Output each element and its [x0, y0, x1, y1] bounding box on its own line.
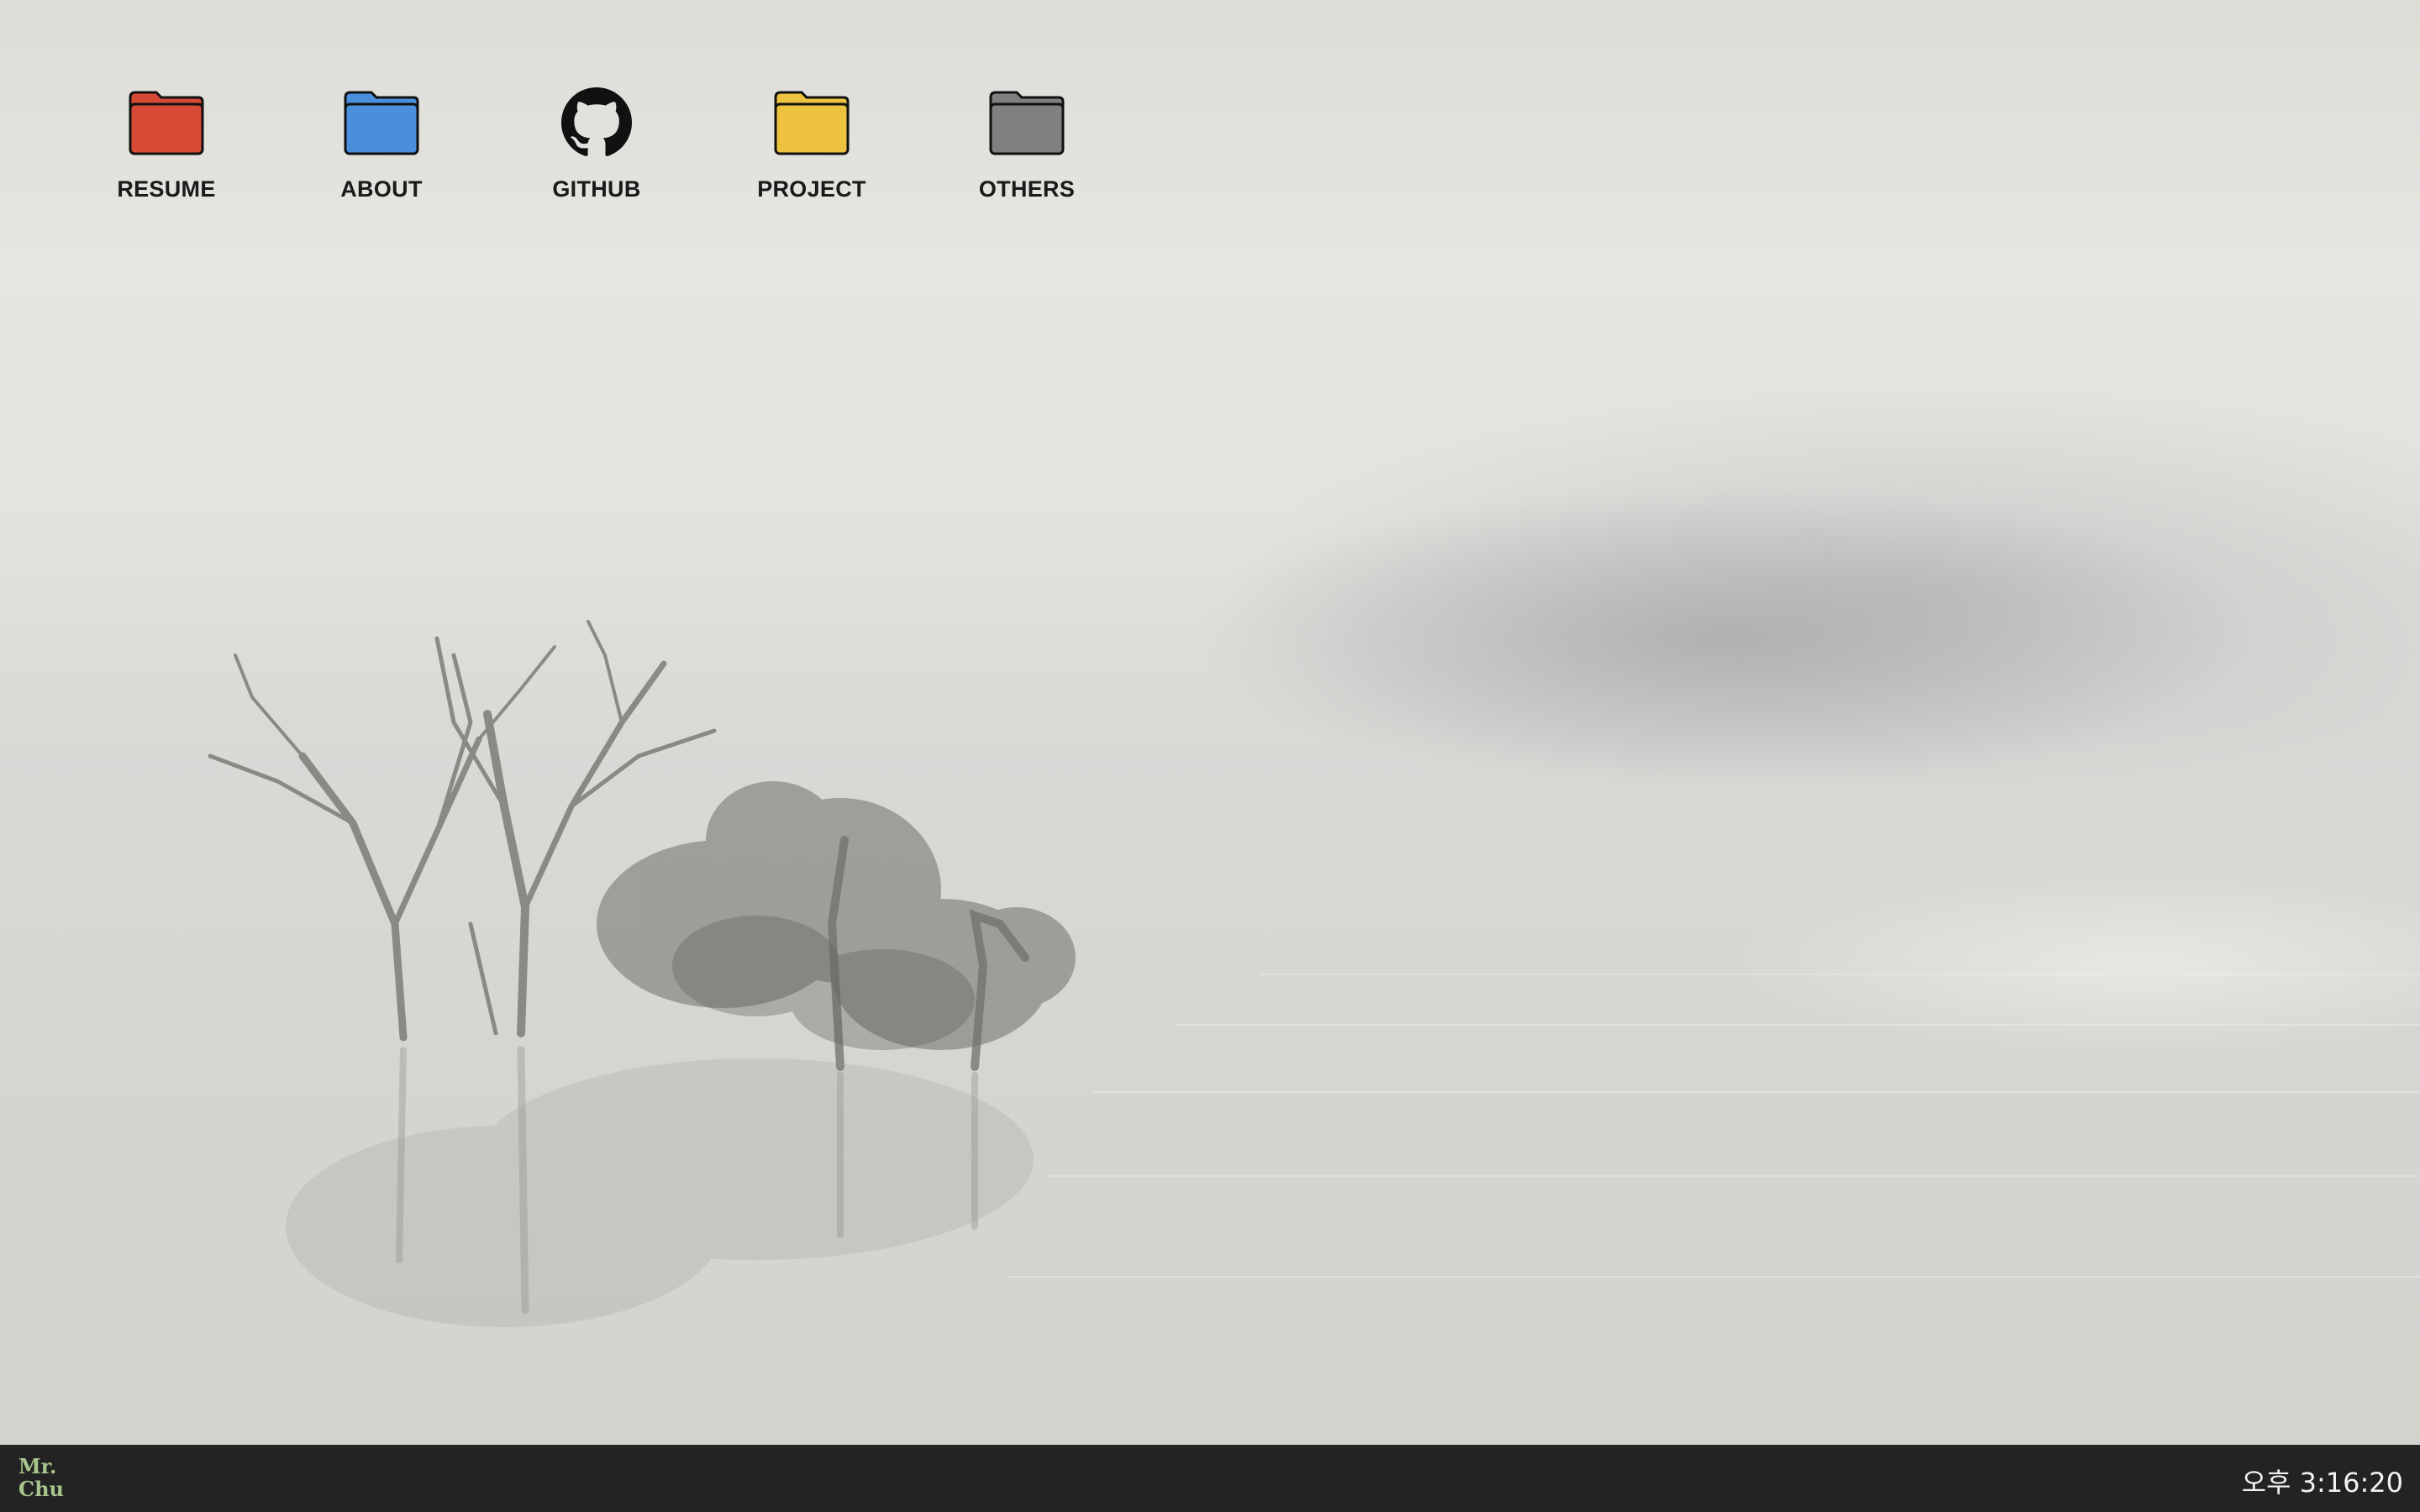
- desktop-icon-label: OTHERS: [978, 176, 1076, 202]
- desktop-icon-project[interactable]: PROJECT: [704, 81, 919, 202]
- folder-icon[interactable]: [124, 81, 208, 165]
- desktop-icon-label: PROJECT: [757, 176, 866, 202]
- desktop-icon-label: RESUME: [117, 176, 216, 202]
- taskbar: Mr. Chu 오후 3:16:20: [0, 1445, 2420, 1512]
- desktop-icon-label: ABOUT: [340, 176, 423, 202]
- mr-chu-logo[interactable]: Mr. Chu: [18, 1455, 64, 1500]
- folder-icon[interactable]: [985, 81, 1069, 165]
- github-icon[interactable]: [555, 81, 639, 165]
- logo-line-2: Chu: [18, 1477, 64, 1501]
- misty-lake-wallpaper: [0, 620, 2420, 1445]
- folder-icon[interactable]: [770, 81, 854, 165]
- logo-line-1: Mr.: [18, 1454, 57, 1478]
- desktop-icon-github[interactable]: GITHUB: [489, 81, 704, 202]
- desktop-icon-about[interactable]: ABOUT: [274, 81, 489, 202]
- desktop-icons: RESUME ABOUT GITHUB PROJECT OTHERS: [59, 81, 1134, 202]
- folder-icon[interactable]: [339, 81, 424, 165]
- desktop-icon-others[interactable]: OTHERS: [919, 81, 1134, 202]
- desktop-icon-resume[interactable]: RESUME: [59, 81, 274, 202]
- desktop-icon-label: GITHUB: [552, 176, 641, 202]
- taskbar-clock: 오후 3:16:20: [2241, 1467, 2403, 1499]
- desktop-background: RESUME ABOUT GITHUB PROJECT OTHERS: [0, 0, 2420, 1445]
